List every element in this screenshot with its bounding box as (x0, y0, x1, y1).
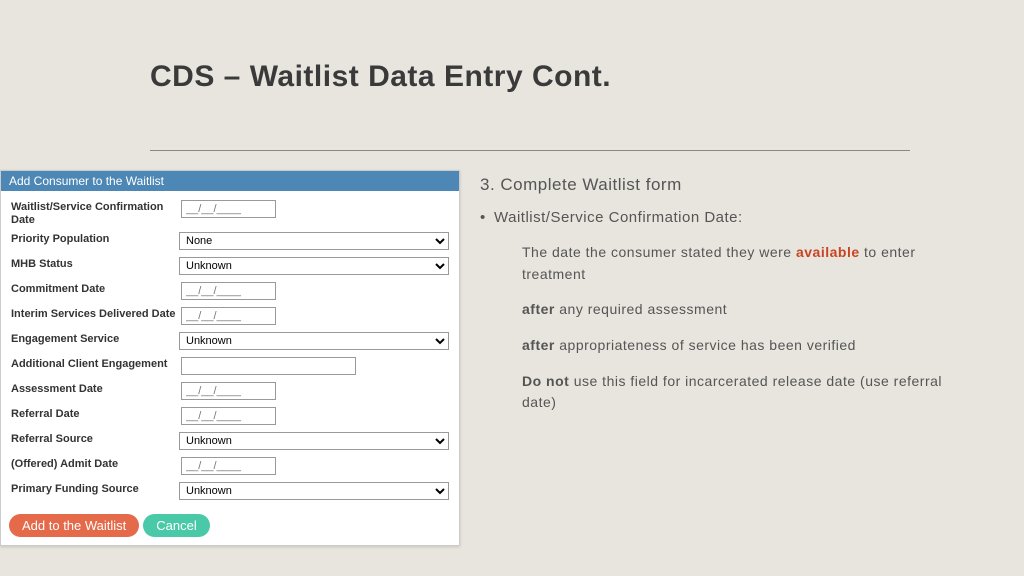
select-mhb-status[interactable]: Unknown (179, 257, 449, 275)
label-mhb-status: MHB Status (11, 256, 179, 271)
select-referral-source[interactable]: Unknown (179, 432, 449, 450)
title-divider (150, 150, 910, 151)
label-referral-date: Referral Date (11, 406, 181, 421)
note-after-appropriateness: after appropriateness of service has bee… (522, 335, 980, 357)
label-referral-source: Referral Source (11, 431, 179, 446)
input-additional-engagement[interactable] (181, 357, 356, 375)
input-referral-date[interactable] (181, 407, 276, 425)
select-engagement-service[interactable]: Unknown (179, 332, 449, 350)
input-assessment-date[interactable] (181, 382, 276, 400)
step-heading: 3. Complete Waitlist form (480, 175, 980, 195)
panel-header: Add Consumer to the Waitlist (1, 171, 459, 191)
bullet-text: Waitlist/Service Confirmation Date: (494, 209, 743, 226)
label-priority-population: Priority Population (11, 231, 179, 246)
button-row: Add to the Waitlist Cancel (1, 508, 459, 545)
add-to-waitlist-button[interactable]: Add to the Waitlist (9, 514, 139, 537)
form-body: Waitlist/Service Confirmation Date Prior… (1, 191, 459, 508)
label-assessment-date: Assessment Date (11, 381, 181, 396)
page-title: CDS – Waitlist Data Entry Cont. (150, 60, 611, 94)
bullet-dot-icon: • (480, 209, 494, 226)
label-funding-source: Primary Funding Source (11, 481, 179, 496)
cancel-button[interactable]: Cancel (143, 514, 209, 537)
bullet-item: •Waitlist/Service Confirmation Date: (480, 209, 980, 226)
highlight-available: available (796, 244, 860, 260)
select-priority-population[interactable]: None (179, 232, 449, 250)
label-confirmation-date: Waitlist/Service Confirmation Date (11, 199, 181, 226)
label-admit-date: (Offered) Admit Date (11, 456, 181, 471)
input-confirmation-date[interactable] (181, 200, 276, 218)
input-commitment-date[interactable] (181, 282, 276, 300)
note-do-not: Do not use this field for incarcerated r… (522, 371, 980, 414)
label-interim-date: Interim Services Delivered Date (11, 306, 181, 321)
label-additional-engagement: Additional Client Engagement (11, 356, 181, 371)
label-engagement-service: Engagement Service (11, 331, 179, 346)
label-commitment-date: Commitment Date (11, 281, 181, 296)
input-admit-date[interactable] (181, 457, 276, 475)
input-interim-date[interactable] (181, 307, 276, 325)
note-after-assessment: after any required assessment (522, 299, 980, 321)
instruction-notes: 3. Complete Waitlist form •Waitlist/Serv… (480, 175, 980, 428)
note-available: The date the consumer stated they were a… (522, 242, 980, 285)
select-funding-source[interactable]: Unknown (179, 482, 449, 500)
waitlist-form-panel: Add Consumer to the Waitlist Waitlist/Se… (0, 170, 460, 546)
